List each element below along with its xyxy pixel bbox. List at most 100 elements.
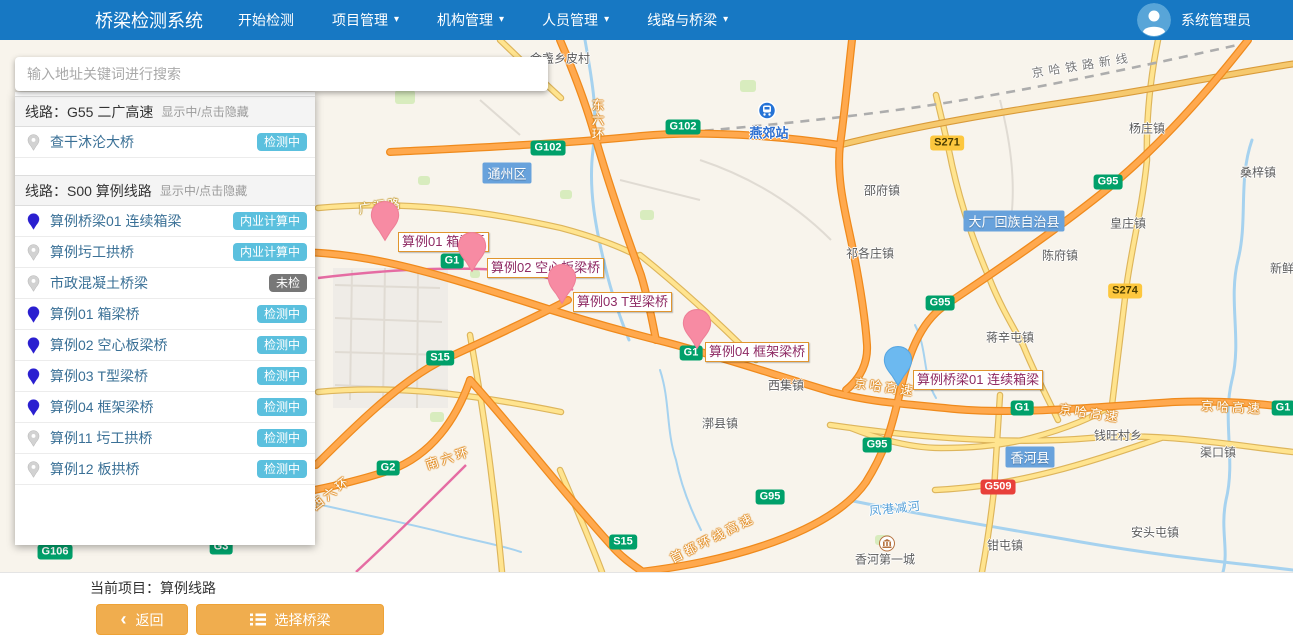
chevron-down-icon: ▾ xyxy=(604,15,609,25)
line-group-visibility-hint: 显示中/点击隐藏 xyxy=(160,182,247,199)
status-badge: 检测中 xyxy=(257,398,307,416)
bridge-name: 算例02 空心板梁桥 xyxy=(50,335,257,355)
town-label: 皇庄镇 xyxy=(1110,215,1146,232)
bridge-marker[interactable] xyxy=(368,200,402,247)
chevron-down-icon: ▾ xyxy=(394,15,399,25)
bridge-marker-label: 算例04 框架梁桥 xyxy=(705,342,809,362)
road-name-label: 东六环 xyxy=(588,98,607,142)
bridge-inspection-app: 邵府镇杨庄镇桑梓镇皇庄镇陈府镇祁各庄镇蒋辛屯镇西集镇漷县镇钱旺村乡渠口镇安头屯镇… xyxy=(0,0,1293,637)
nav-item-label: 开始检测 xyxy=(238,10,294,30)
chevron-down-icon: ▾ xyxy=(499,15,504,25)
town-label: 钳屯镇 xyxy=(987,537,1023,554)
road-shield: G2 xyxy=(377,461,400,476)
status-badge: 检测中 xyxy=(257,305,307,323)
bridge-name: 算例12 板拱桥 xyxy=(50,459,257,479)
list-icon xyxy=(250,613,266,626)
status-badge: 检测中 xyxy=(257,460,307,478)
road-shield: S274 xyxy=(1108,284,1142,299)
nav-item-label: 人员管理 xyxy=(542,10,598,30)
user-name: 系统管理员 xyxy=(1181,10,1251,30)
district-label: 通州区 xyxy=(482,163,531,184)
user-avatar-icon xyxy=(1137,3,1171,37)
bridge-list-item[interactable]: 算例02 空心板梁桥检测中 xyxy=(15,330,315,361)
bridge-list-item[interactable]: 算例12 板拱桥检测中 xyxy=(15,454,315,485)
status-badge: 内业计算中 xyxy=(233,212,307,230)
line-group-title: 线路：G55 二广高速 xyxy=(25,102,153,122)
road-shield: S15 xyxy=(609,535,637,550)
nav-item-label: 机构管理 xyxy=(437,10,493,30)
map-pin-icon xyxy=(27,134,41,151)
footer-bar: 当前项目：算例线路 ‹ 返回 选择桥梁 xyxy=(0,572,1293,637)
bridge-list-item[interactable]: 算例11 圬工拱桥检测中 xyxy=(15,423,315,454)
district-label: 香河县 xyxy=(1005,447,1054,468)
bridge-list-item[interactable]: 市政混凝土桥梁未检 xyxy=(15,268,315,299)
line-group-header[interactable]: 线路：S00 算例线路显示中/点击隐藏 xyxy=(15,175,315,206)
road-shield: G95 xyxy=(756,490,785,505)
town-label: 漷县镇 xyxy=(702,415,738,432)
town-label: 安头屯镇 xyxy=(1131,524,1179,541)
map-pin-icon xyxy=(27,461,41,478)
line-group-visibility-hint: 显示中/点击隐藏 xyxy=(161,103,248,120)
bridge-list-item[interactable]: 查干沐沦大桥检测中 xyxy=(15,127,315,158)
town-label: 蒋辛屯镇 xyxy=(986,329,1034,346)
bridge-list-item[interactable]: 算例桥梁01 连续箱梁内业计算中 xyxy=(15,206,315,237)
poi-label: 香河第一城 xyxy=(855,551,915,568)
bridge-marker[interactable] xyxy=(455,231,489,278)
chevron-left-icon: ‹ xyxy=(121,612,127,626)
bridge-marker-label: 算例03 T型梁桥 xyxy=(573,292,672,312)
bridge-name: 查干沐沦大桥 xyxy=(50,132,257,152)
road-shield: G509 xyxy=(981,480,1016,495)
town-label: 渠口镇 xyxy=(1200,444,1236,461)
bridge-list-item[interactable]: 算例03 T型梁桥检测中 xyxy=(15,361,315,392)
bridge-list-panel: 线路：G55 二广高速显示中/点击隐藏查干沐沦大桥检测中线路：S00 算例线路显… xyxy=(15,92,315,545)
town-label: 邵府镇 xyxy=(864,182,900,199)
nav-item-lines-bridges[interactable]: 线路与桥梁 ▾ xyxy=(628,0,747,40)
road-shield: G102 xyxy=(666,120,701,135)
bridge-marker[interactable] xyxy=(881,345,915,392)
map-pin-icon xyxy=(27,213,41,230)
road-shield: G1 xyxy=(1011,401,1034,416)
search-input[interactable] xyxy=(15,57,548,91)
line-group-header[interactable]: 线路：G55 二广高速显示中/点击隐藏 xyxy=(15,96,315,127)
nav-item-org-mgmt[interactable]: 机构管理 ▾ xyxy=(418,0,523,40)
status-badge: 检测中 xyxy=(257,429,307,447)
status-badge: 检测中 xyxy=(257,336,307,354)
bridge-name: 算例11 圬工拱桥 xyxy=(50,428,257,448)
road-shield: G102 xyxy=(531,141,566,156)
town-label: 祁各庄镇 xyxy=(846,245,894,262)
footer-buttons: ‹ 返回 选择桥梁 xyxy=(96,604,1293,635)
bridge-list-item[interactable]: 算例04 框架梁桥检测中 xyxy=(15,392,315,423)
road-shield: G95 xyxy=(1094,175,1123,190)
chevron-down-icon: ▾ xyxy=(723,15,728,25)
district-label: 大厂回族自治县 xyxy=(963,211,1064,232)
bridge-marker-label: 算例桥梁01 连续箱梁 xyxy=(913,370,1043,390)
nav-item-label: 线路与桥梁 xyxy=(647,10,717,30)
map-pin-icon xyxy=(27,275,41,292)
bridge-name: 算例04 框架梁桥 xyxy=(50,397,257,417)
app-title: 桥梁检测系统 xyxy=(95,7,203,33)
map-pin-icon xyxy=(27,430,41,447)
back-button[interactable]: ‹ 返回 xyxy=(96,604,188,635)
town-label: 钱旺村乡 xyxy=(1094,427,1142,444)
town-label: 陈府镇 xyxy=(1042,247,1078,264)
nav-item-project-mgmt[interactable]: 项目管理▾ xyxy=(313,0,418,40)
bridge-list-item[interactable]: 算例01 箱梁桥检测中 xyxy=(15,299,315,330)
map-pin-icon xyxy=(27,368,41,385)
user-menu[interactable]: 系统管理员 xyxy=(1137,3,1251,37)
map-pin-icon xyxy=(27,244,41,261)
navbar: 桥梁检测系统 开始检测项目管理▾ 机构管理 ▾ 人员管理 ▾ 线路与桥梁 ▾ 系统管理员 xyxy=(0,0,1293,40)
town-label: 杨庄镇 xyxy=(1129,120,1165,137)
bridge-name: 算例01 箱梁桥 xyxy=(50,304,257,324)
train-station-icon xyxy=(758,101,777,125)
status-badge: 内业计算中 xyxy=(233,243,307,261)
line-group-0: 线路：G55 二广高速显示中/点击隐藏查干沐沦大桥检测中 xyxy=(15,96,315,158)
road-name-label: 京哈高速 xyxy=(1201,395,1264,417)
bridge-list-item[interactable]: 算例圬工拱桥内业计算中 xyxy=(15,237,315,268)
select-bridge-button[interactable]: 选择桥梁 xyxy=(196,604,384,635)
nav-item-start-detect[interactable]: 开始检测 xyxy=(219,0,313,40)
map-pin-icon xyxy=(27,306,41,323)
road-shield: S271 xyxy=(930,136,964,151)
nav-item-staff-mgmt[interactable]: 人员管理 ▾ xyxy=(523,0,628,40)
road-shield: G95 xyxy=(863,438,892,453)
line-group-title: 线路：S00 算例线路 xyxy=(25,181,152,201)
